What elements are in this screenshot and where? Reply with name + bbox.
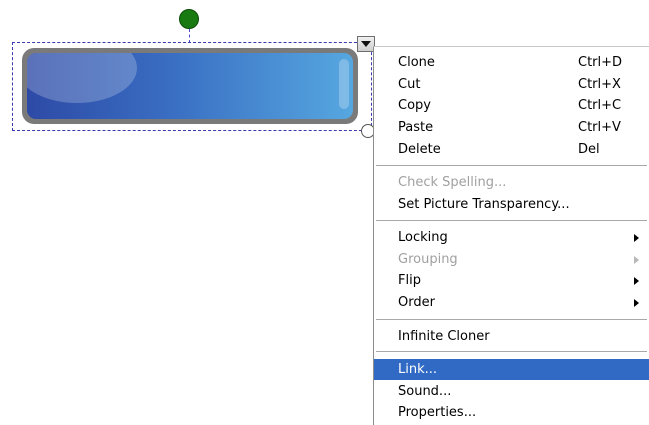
menu-item-shortcut: Ctrl+D bbox=[578, 55, 623, 70]
menu-item-label: Locking bbox=[398, 230, 448, 245]
menu-item-cut[interactable]: Cut Ctrl+X bbox=[374, 74, 649, 95]
menu-item-label: Clone bbox=[398, 55, 435, 70]
whiteboard-canvas[interactable]: Clone Ctrl+D Cut Ctrl+X Copy Ctrl+C Past… bbox=[0, 0, 649, 425]
menu-item-clone[interactable]: Clone Ctrl+D bbox=[374, 52, 649, 73]
menu-item-flip[interactable]: Flip bbox=[374, 270, 649, 291]
menu-separator bbox=[376, 351, 647, 352]
menu-item-locking[interactable]: Locking bbox=[374, 227, 649, 248]
menu-item-delete[interactable]: Delete Del bbox=[374, 139, 649, 160]
menu-item-shortcut: Ctrl+V bbox=[578, 120, 621, 135]
menu-item-link[interactable]: Link... bbox=[374, 359, 649, 380]
menu-item-set-picture-transparency[interactable]: Set Picture Transparency... bbox=[374, 194, 649, 215]
menu-item-label: Flip bbox=[398, 273, 421, 288]
menu-separator bbox=[376, 220, 647, 221]
menu-item-label: Check Spelling... bbox=[398, 175, 507, 190]
rotate-handle-icon[interactable] bbox=[179, 9, 199, 29]
menu-item-shortcut: Ctrl+C bbox=[578, 98, 622, 113]
menu-item-shortcut: Del bbox=[578, 142, 600, 157]
menu-item-label: Sound... bbox=[398, 384, 452, 399]
menu-item-check-spelling: Check Spelling... bbox=[374, 172, 649, 193]
menu-item-shortcut: Ctrl+X bbox=[578, 77, 621, 92]
menu-item-label: Grouping bbox=[398, 252, 458, 267]
menu-separator bbox=[376, 319, 647, 320]
menu-item-label: Delete bbox=[398, 142, 441, 157]
menu-separator bbox=[376, 165, 647, 166]
submenu-arrow-icon bbox=[634, 277, 639, 285]
menu-item-infinite-cloner[interactable]: Infinite Cloner bbox=[374, 326, 649, 347]
menu-item-label: Order bbox=[398, 295, 435, 310]
menu-item-paste[interactable]: Paste Ctrl+V bbox=[374, 117, 649, 138]
submenu-arrow-icon bbox=[634, 299, 639, 307]
menu-item-sound[interactable]: Sound... bbox=[374, 381, 649, 402]
menu-item-label: Link... bbox=[398, 362, 438, 377]
menu-item-order[interactable]: Order bbox=[374, 292, 649, 313]
menu-item-properties[interactable]: Properties... bbox=[374, 402, 649, 423]
menu-item-copy[interactable]: Copy Ctrl+C bbox=[374, 95, 649, 116]
menu-item-label: Copy bbox=[398, 98, 431, 113]
triangle-down-icon bbox=[361, 41, 371, 47]
selected-button-object[interactable] bbox=[22, 48, 358, 124]
menu-item-label: Infinite Cloner bbox=[398, 329, 490, 344]
submenu-arrow-icon bbox=[634, 234, 639, 242]
menu-item-label: Set Picture Transparency... bbox=[398, 197, 570, 212]
rotate-handle-stem bbox=[189, 29, 190, 43]
menu-item-grouping: Grouping bbox=[374, 249, 649, 270]
context-menu: Clone Ctrl+D Cut Ctrl+X Copy Ctrl+C Past… bbox=[373, 46, 649, 425]
menu-item-label: Cut bbox=[398, 77, 421, 92]
menu-item-label: Paste bbox=[398, 120, 434, 135]
submenu-arrow-icon bbox=[634, 256, 639, 264]
button-face bbox=[27, 53, 353, 119]
menu-item-label: Properties... bbox=[398, 405, 477, 420]
